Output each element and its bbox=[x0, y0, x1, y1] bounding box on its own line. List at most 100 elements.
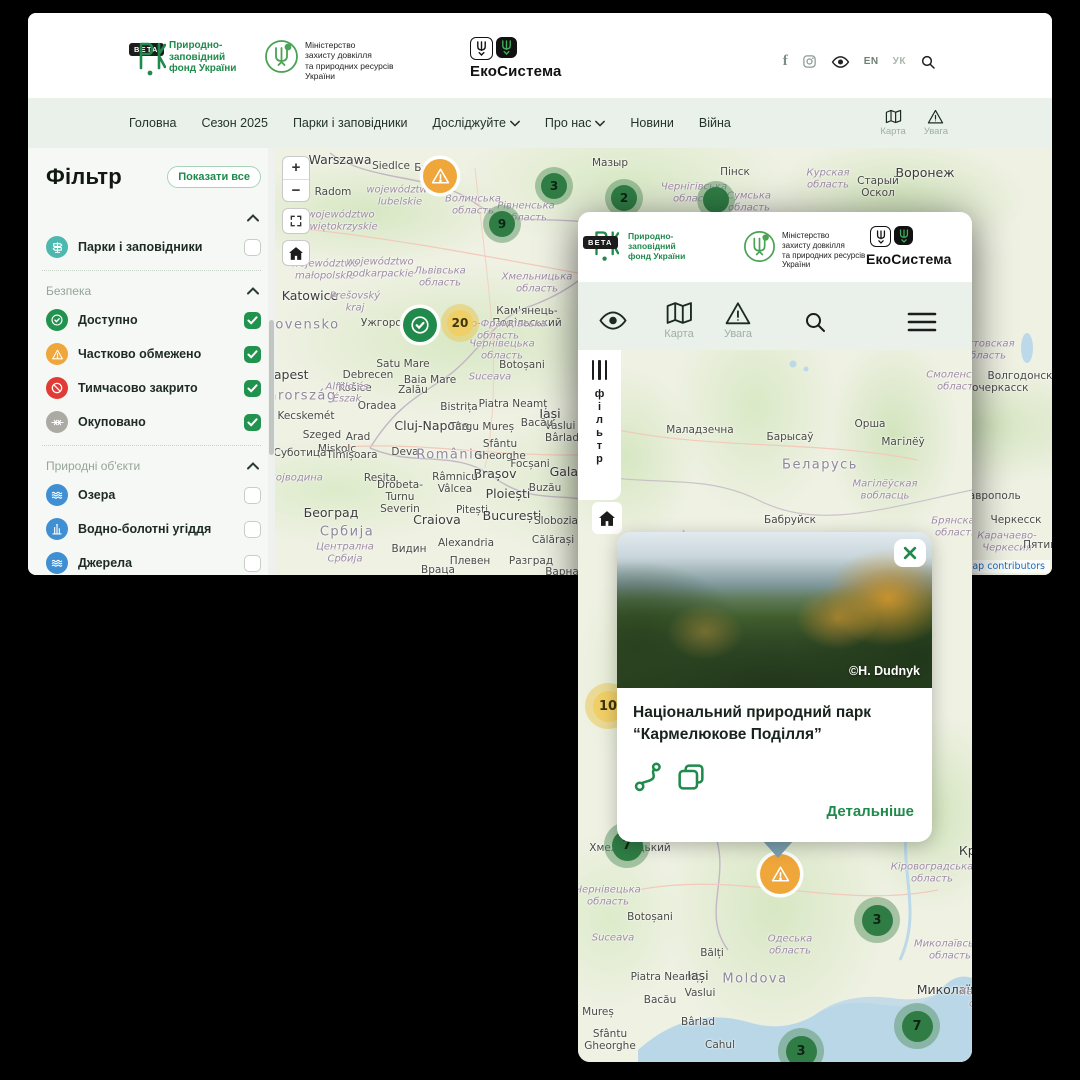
checkbox-partially-restricted[interactable] bbox=[244, 346, 261, 363]
desktop-header: BETA Природно- заповідний фонд України М… bbox=[28, 13, 1052, 98]
checkbox-occupied[interactable] bbox=[244, 414, 261, 431]
filter-toggle-button[interactable]: фільтр bbox=[578, 350, 621, 500]
nav-item-3[interactable]: Парки і заповідники bbox=[293, 116, 408, 130]
cluster-count: 7 bbox=[902, 1011, 933, 1042]
checkbox-lakes[interactable] bbox=[244, 487, 261, 504]
cluster-count: 20 bbox=[447, 310, 473, 336]
filter-title: Фільтр bbox=[46, 164, 122, 190]
nav-map-button[interactable]: Карта bbox=[880, 109, 905, 137]
brand-logo-icon[interactable] bbox=[136, 40, 166, 78]
cluster-marker[interactable]: 7 bbox=[894, 1003, 940, 1049]
mobile-map[interactable]: МаладзечнаБарысаўОршаМагілёўБеларусьМагі… bbox=[578, 350, 972, 1062]
warning-marker[interactable] bbox=[423, 159, 457, 193]
lang-uk[interactable]: УК bbox=[893, 56, 906, 67]
show-all-button[interactable]: Показати все bbox=[167, 166, 261, 188]
nav-item-5[interactable]: Про нас bbox=[545, 116, 605, 130]
filter-item-temporarily-closed: Тимчасово закрито bbox=[28, 371, 275, 405]
checkbox-parks[interactable] bbox=[244, 239, 261, 256]
filter-item-springs: Джерела bbox=[28, 546, 275, 575]
filter-item-wetlands: Водно-болотні угіддя bbox=[28, 512, 275, 546]
main-nav: Головна Сезон 2025 Парки і заповідники Досл… bbox=[28, 98, 1052, 148]
nav-item-6[interactable]: Новини bbox=[630, 116, 674, 130]
warn-icon bbox=[46, 343, 68, 365]
filter-group-header bbox=[28, 206, 275, 230]
details-link[interactable]: Детальніше bbox=[633, 803, 916, 820]
chevron-up-icon[interactable] bbox=[247, 287, 259, 295]
instagram-icon[interactable] bbox=[802, 54, 817, 69]
nav-items: Головна Сезон 2025 Парки і заповідники Досл… bbox=[28, 116, 880, 130]
close-icon[interactable] bbox=[894, 539, 926, 567]
zoom-out-button[interactable]: − bbox=[283, 180, 309, 202]
warning-marker[interactable] bbox=[760, 854, 800, 894]
filter-group-header: Безпека bbox=[28, 279, 275, 303]
filter-item-parks: Парки і заповідники bbox=[28, 230, 275, 264]
filter-item-label: Окуповано bbox=[78, 415, 244, 429]
cluster-marker[interactable]: 3 bbox=[535, 167, 573, 205]
filter-item-label: Тимчасово закрито bbox=[78, 381, 244, 395]
toolbar-attention-button[interactable]: Увага bbox=[724, 301, 752, 340]
waves-icon bbox=[46, 552, 68, 574]
scrollbar-thumb[interactable] bbox=[269, 320, 274, 455]
facebook-icon[interactable]: f bbox=[783, 53, 788, 70]
chevron-up-icon[interactable] bbox=[247, 214, 259, 222]
filter-item-available: Доступно bbox=[28, 303, 275, 337]
waves-icon bbox=[46, 484, 68, 506]
mobile-screenshot: BETA Природно- заповідний фонд України М… bbox=[578, 212, 972, 1062]
ecosystem-logo[interactable]: ЕкоСистема bbox=[870, 226, 952, 267]
filter-item-partially-restricted: Частково обмежено bbox=[28, 337, 275, 371]
home-button[interactable] bbox=[592, 502, 622, 534]
checkbox-springs[interactable] bbox=[244, 555, 261, 572]
filter-item-occupied: Окуповано bbox=[28, 405, 275, 439]
filter-sidebar: Фільтр Показати все Парки і заповідники Б… bbox=[28, 148, 275, 575]
eco-trident-icon bbox=[496, 37, 517, 58]
nav-item-4[interactable]: Досліджуйте bbox=[432, 116, 519, 130]
accessibility-eye-icon[interactable] bbox=[598, 310, 628, 331]
checkbox-wetlands[interactable] bbox=[244, 521, 261, 538]
search-icon[interactable] bbox=[803, 310, 827, 334]
cluster-count: 3 bbox=[786, 1036, 817, 1063]
checkbox-temporarily-closed[interactable] bbox=[244, 380, 261, 397]
ecosystem-logo[interactable]: ЕкоСистема bbox=[470, 37, 562, 80]
ministry-name[interactable]: Міністерство захисту довкілля та природн… bbox=[782, 231, 865, 270]
accessibility-eye-icon[interactable] bbox=[831, 55, 850, 69]
cluster-count: 3 bbox=[541, 173, 567, 199]
filter-vertical-label: фільтр bbox=[595, 388, 605, 465]
parks-icon bbox=[46, 236, 68, 258]
group-label: Природні об'єкти bbox=[46, 459, 140, 473]
checkbox-available[interactable] bbox=[244, 312, 261, 329]
brand-name[interactable]: Природно- заповідний фонд України bbox=[628, 232, 685, 261]
lang-en[interactable]: EN bbox=[864, 56, 879, 67]
ministry-logo-icon[interactable] bbox=[743, 230, 776, 263]
cluster-count: 9 bbox=[489, 211, 515, 237]
nav-attention-button[interactable]: Увага bbox=[924, 109, 948, 137]
filter-groups: Парки і заповідники Безпека Доступно Частко… bbox=[28, 206, 275, 575]
home-button[interactable] bbox=[282, 240, 310, 266]
available-marker[interactable] bbox=[403, 308, 437, 342]
ministry-name[interactable]: Міністерство захисту довкілля та природн… bbox=[305, 40, 394, 81]
zoom-in-button[interactable]: + bbox=[283, 157, 309, 180]
nav-item-1[interactable]: Головна bbox=[129, 116, 177, 130]
filter-item-label: Доступно bbox=[78, 313, 244, 327]
ministry-logo-icon[interactable] bbox=[264, 39, 299, 74]
chevron-up-icon[interactable] bbox=[247, 462, 259, 470]
hamburger-menu-icon[interactable] bbox=[907, 312, 937, 332]
toolbar-map-button[interactable]: Карта bbox=[664, 301, 693, 340]
route-icon[interactable] bbox=[633, 761, 665, 793]
park-title: Національний природний парк “Кармелюкове… bbox=[633, 702, 916, 745]
no-icon bbox=[46, 377, 68, 399]
nav-item-2[interactable]: Сезон 2025 bbox=[202, 116, 268, 130]
cluster-marker[interactable]: 3 bbox=[854, 897, 900, 943]
divider bbox=[42, 445, 261, 446]
fullscreen-button[interactable] bbox=[282, 208, 310, 234]
photo-credit: ©H. Dudnyk bbox=[849, 664, 920, 678]
mobile-header: BETA Природно- заповідний фонд України М… bbox=[578, 212, 972, 282]
cluster-marker[interactable]: 9 bbox=[483, 205, 521, 243]
layers-icon[interactable] bbox=[675, 761, 707, 793]
cluster-marker[interactable]: 20 bbox=[441, 304, 479, 342]
search-icon[interactable] bbox=[920, 54, 936, 70]
eco-trident-icon bbox=[894, 226, 913, 245]
brand-name[interactable]: Природно- заповідний фонд України bbox=[169, 40, 236, 75]
nav-item-7[interactable]: Війна bbox=[699, 116, 731, 130]
cluster-marker[interactable]: 3 bbox=[778, 1028, 824, 1062]
divider bbox=[42, 270, 261, 271]
